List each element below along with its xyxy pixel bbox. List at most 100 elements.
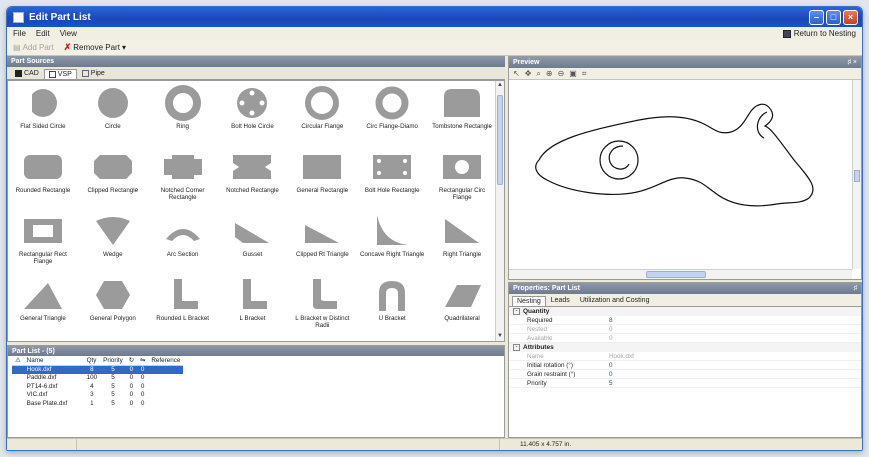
shape-item-general-polygon[interactable]: General Polygon: [78, 277, 148, 341]
col-priority[interactable]: Priority: [100, 356, 126, 366]
property-row[interactable]: Grain restraint (°) 0: [509, 370, 861, 379]
table-row[interactable]: PT14-6.dxf 4 5 0 0: [12, 382, 183, 391]
property-value[interactable]: 0: [609, 371, 613, 378]
shape-item-rectangular-circ-flange[interactable]: Rectangular Circ Flange: [427, 149, 497, 213]
tab-vsp[interactable]: VSP: [43, 69, 77, 79]
table-row[interactable]: VIC.dxf 3 5 0 0: [12, 391, 183, 400]
shape-label: Bolt Hole Circle: [231, 123, 274, 130]
quantity-group[interactable]: - Quantity: [509, 307, 861, 316]
property-value[interactable]: 0: [609, 335, 613, 342]
shape-item-rectangular-rect-flange[interactable]: Rectangular Rect Flange: [8, 213, 78, 277]
cell-b: 0: [140, 382, 145, 390]
properties-pin-icon[interactable]: ♯: [854, 285, 858, 292]
menu-edit[interactable]: Edit: [36, 29, 50, 38]
shape-item-clipped-rectangle[interactable]: Clipped Rectangle: [78, 149, 148, 213]
preview-panel: Preview ♯ × ↖ ✥ ⌕ ⊕ ⊖ ▣ ⌗: [508, 56, 862, 280]
tab-nesting[interactable]: Nesting: [512, 296, 546, 306]
shape-item-rounded-rectangle[interactable]: Rounded Rectangle: [8, 149, 78, 213]
shape-item-ring[interactable]: Ring: [148, 85, 218, 149]
minimize-button[interactable]: –: [809, 9, 824, 25]
shape-item-circular-flange[interactable]: Circular Flange: [287, 85, 357, 149]
shape-item-rounded-l-bracket[interactable]: Rounded L Bracket: [148, 277, 218, 341]
col-qty[interactable]: Qty: [83, 356, 101, 366]
shape-item-gusset[interactable]: Gusset: [218, 213, 288, 277]
shape-item-bolt-hole-rectangle[interactable]: Bolt Hole Rectangle: [357, 149, 427, 213]
zoom-icon[interactable]: ⌕: [536, 69, 540, 79]
col-name[interactable]: Name: [23, 356, 84, 366]
tab-utilization-costing[interactable]: Utilization and Costing: [575, 295, 655, 306]
zoom-in-icon[interactable]: ⊕: [546, 69, 553, 78]
preview-hscrollbar[interactable]: [509, 269, 852, 279]
add-part-button[interactable]: ▤ Add Part: [13, 43, 54, 52]
property-value[interactable]: 5: [609, 380, 613, 387]
shape-item-l-bracket[interactable]: L Bracket: [218, 277, 288, 341]
property-row[interactable]: Initial rotation (°) 0: [509, 361, 861, 370]
property-value[interactable]: 0: [609, 326, 613, 333]
circular-flange-icon: [299, 85, 345, 121]
property-value[interactable]: 0: [609, 362, 613, 369]
preview-vscroll-thumb[interactable]: [854, 170, 860, 182]
shape-item-circ-flange-diamo[interactable]: Circ Flange-Diamo: [357, 85, 427, 149]
pan-icon[interactable]: ✥: [525, 69, 532, 78]
property-value[interactable]: Hook.dxf: [609, 353, 634, 360]
property-row[interactable]: Available 0: [509, 334, 861, 343]
fit-icon[interactable]: ▣: [569, 69, 577, 78]
part-sources-tabs: CAD VSP Pipe: [7, 67, 505, 80]
preview-hscroll-thumb[interactable]: [646, 271, 707, 278]
shape-item-notched-corner-rectangle[interactable]: Notched Corner Rectangle: [148, 149, 218, 213]
shape-item-wedge[interactable]: Wedge: [78, 213, 148, 277]
gallery-scrollbar[interactable]: ▲ ▼: [495, 81, 504, 341]
tab-cad[interactable]: CAD: [10, 68, 44, 79]
preview-header: Preview ♯ ×: [509, 57, 861, 68]
shape-item-bolt-hole-circle[interactable]: Bolt Hole Circle: [218, 85, 288, 149]
collapse-icon[interactable]: -: [513, 308, 520, 315]
property-row[interactable]: Priority 5: [509, 379, 861, 388]
shape-item-flat-sided-circle[interactable]: Flat Sided Circle: [8, 85, 78, 149]
tab-pipe[interactable]: Pipe: [77, 68, 110, 79]
zoom-out-icon[interactable]: ⊖: [558, 69, 565, 78]
pipe-icon: [81, 70, 89, 77]
rotation-icon[interactable]: ↻: [125, 356, 138, 366]
shape-item-clipped-rt-triangle[interactable]: Clipped Rt Triangle: [287, 213, 357, 277]
collapse-icon[interactable]: -: [513, 344, 520, 351]
shape-item-general-rectangle[interactable]: General Rectangle: [287, 149, 357, 213]
shape-item-tombstone-rectangle[interactable]: Tombstone Rectangle: [427, 85, 497, 149]
select-icon[interactable]: ↖: [513, 69, 520, 78]
shape-item-concave-right-triangle[interactable]: Concave Right Triangle: [357, 213, 427, 277]
preview-toolbar: ↖ ✥ ⌕ ⊕ ⊖ ▣ ⌗: [509, 68, 861, 80]
attributes-group[interactable]: - Attributes: [509, 343, 861, 352]
shape-item-u-bracket[interactable]: U Bracket: [357, 277, 427, 341]
property-row[interactable]: Required 8: [509, 316, 861, 325]
preview-vscrollbar[interactable]: [852, 80, 861, 269]
table-row[interactable]: Hook.dxf 8 5 0 0: [12, 365, 184, 374]
shape-item-circle[interactable]: Circle: [78, 85, 148, 149]
menu-file[interactable]: File: [13, 29, 26, 38]
part-list-title: Part List - (5): [12, 347, 55, 355]
pin-icon[interactable]: ♯ ×: [847, 59, 857, 66]
remove-part-button[interactable]: ✗ Remove Part ▾: [64, 42, 126, 53]
shape-item-right-triangle[interactable]: Right Triangle: [427, 213, 497, 277]
shape-item-arc-section[interactable]: Arc Section: [148, 213, 218, 277]
property-row[interactable]: Name Hook.dxf: [509, 352, 861, 361]
property-row[interactable]: Nested 0: [509, 325, 861, 334]
scroll-up-icon[interactable]: ▲: [496, 81, 504, 90]
scroll-down-icon[interactable]: ▼: [496, 332, 504, 341]
preview-canvas[interactable]: [509, 80, 852, 269]
flip-icon[interactable]: ⇋: [137, 356, 149, 366]
scroll-thumb[interactable]: [497, 95, 503, 185]
menu-view[interactable]: View: [60, 29, 77, 38]
shape-label: Circle: [104, 123, 121, 130]
table-row[interactable]: Base Plate.dxf 1 5 0 0: [12, 399, 183, 408]
maximize-button[interactable]: □: [826, 9, 841, 25]
col-reference[interactable]: Reference: [148, 356, 184, 366]
property-value[interactable]: 8: [609, 317, 613, 324]
close-button[interactable]: ×: [843, 9, 858, 25]
return-to-nesting-button[interactable]: Return to Nesting: [782, 29, 856, 38]
shape-item-notched-rectangle[interactable]: Notched Rectangle: [218, 149, 288, 213]
shape-item-general-triangle[interactable]: General Triangle: [8, 277, 78, 341]
shape-item-quadrilateral[interactable]: Quadrilateral: [427, 277, 497, 341]
measure-icon[interactable]: ⌗: [582, 69, 587, 79]
tab-leads[interactable]: Leads: [546, 295, 575, 306]
shape-item-l-bracket-w-distinct-radii[interactable]: L Bracket w Distinct Radii: [287, 277, 357, 341]
table-row[interactable]: Paddle.dxf 100 5 0 0: [12, 374, 183, 383]
